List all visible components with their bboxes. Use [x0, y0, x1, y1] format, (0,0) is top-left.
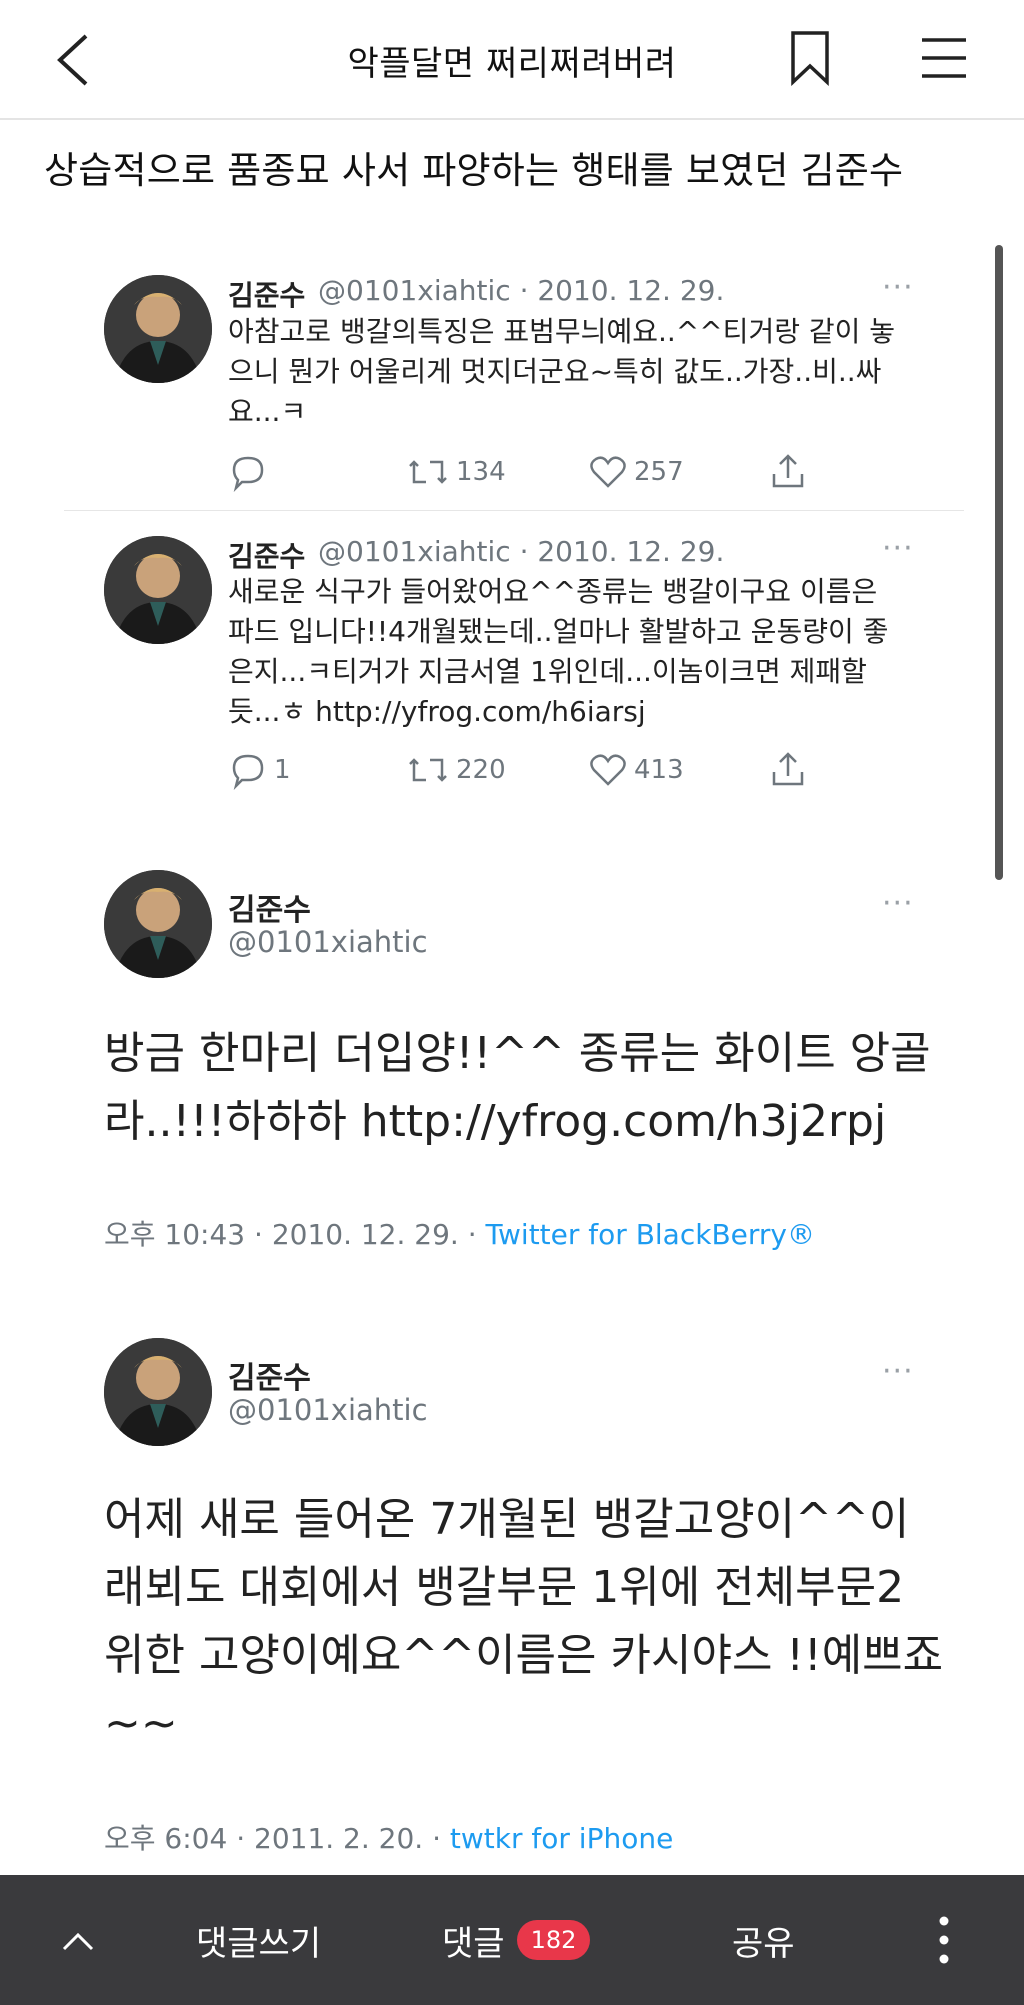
- menu-icon[interactable]: [918, 36, 970, 80]
- more-icon[interactable]: ···: [882, 1354, 914, 1389]
- tweet-timestamp: 오후 10:43 · 2010. 12. 29. · Twitter for B…: [104, 1218, 815, 1251]
- comments-button[interactable]: 댓글 182: [442, 1875, 591, 2005]
- reply-button[interactable]: [228, 450, 274, 494]
- comments-count-badge: 182: [516, 1920, 591, 1960]
- top-bar: 악플달면 쩌리쩌려버려: [0, 0, 1024, 120]
- share-icon: [772, 752, 804, 786]
- retweet-icon: [409, 758, 447, 782]
- tweet-author-name: 김준수: [228, 893, 311, 928]
- tweet-text: 어제 새로 들어온 7개월된 뱅갈고양이^^이 래뵈도 대회에서 뱅갈부문 1위…: [104, 1494, 944, 1749]
- tweet-text: 방금 한마리 더입양!!^^ 종류는 화이트 앙골 라..!!!하하하 http…: [104, 1028, 931, 1147]
- retweet-icon: [409, 460, 447, 484]
- reply-button[interactable]: 1: [228, 748, 291, 792]
- reply-icon: [232, 754, 264, 790]
- tweet-source-link[interactable]: Twitter for BlackBerry®: [486, 1218, 815, 1251]
- divider: [64, 510, 964, 511]
- more-icon[interactable]: ···: [882, 886, 914, 921]
- retweet-button[interactable]: 134: [406, 450, 506, 494]
- tweet-text: 아참고로 뱅갈의특징은 표범무늬예요..^^티거랑 같이 놓 으니 뭔가 어울리…: [228, 315, 896, 428]
- heart-icon: [590, 754, 626, 786]
- scrollbar[interactable]: [995, 245, 1003, 880]
- board-title: 악플달면 쩌리쩌려버려: [347, 44, 677, 84]
- avatar: [104, 870, 212, 978]
- avatar: [104, 536, 212, 644]
- tweet-source-link[interactable]: twtkr for iPhone: [450, 1822, 673, 1855]
- bookmark-icon[interactable]: [790, 30, 830, 87]
- back-icon[interactable]: [52, 30, 96, 90]
- tweet-actions: 1 220 413: [228, 748, 828, 792]
- write-comment-button[interactable]: 댓글쓰기: [196, 1875, 321, 2005]
- share-button[interactable]: 공유: [732, 1875, 795, 2005]
- chevron-up-icon: [62, 1932, 94, 1951]
- scroll-top-button[interactable]: [58, 1875, 98, 2005]
- tweet-author-name: 김준수: [228, 540, 306, 573]
- tweet-meta: @0101xiahtic · 2010. 12. 29.: [318, 274, 725, 307]
- reply-icon: [232, 456, 264, 492]
- retweet-button[interactable]: 220: [406, 748, 506, 792]
- share-tweet-button[interactable]: [768, 748, 814, 792]
- more-icon[interactable]: ···: [882, 531, 914, 566]
- tweet-author-name: 김준수: [228, 279, 306, 312]
- tweet-handle: @0101xiahtic: [228, 1393, 428, 1427]
- tweet-actions: 134 257: [228, 450, 828, 494]
- more-icon[interactable]: ···: [882, 270, 914, 305]
- avatar: [104, 1338, 212, 1446]
- post-title: 상습적으로 품종묘 사서 파양하는 행태를 보였던 김준수: [44, 149, 904, 192]
- tweet-meta: @0101xiahtic · 2010. 12. 29.: [318, 535, 725, 568]
- vertical-dots-icon: [939, 1916, 949, 1964]
- bottom-bar: 댓글쓰기 댓글 182 공유: [0, 1875, 1024, 2005]
- tweet-timestamp: 오후 6:04 · 2011. 2. 20. · twtkr for iPhon…: [104, 1822, 674, 1855]
- share-icon: [772, 454, 804, 488]
- heart-icon: [590, 456, 626, 488]
- like-button[interactable]: 257: [588, 450, 684, 494]
- share-tweet-button[interactable]: [768, 450, 814, 494]
- comments-label: 댓글: [442, 1923, 505, 1964]
- more-options-button[interactable]: [936, 1875, 952, 2005]
- tweet-author-name: 김준수: [228, 1361, 311, 1396]
- tweet-text: 새로운 식구가 들어왔어요^^종류는 뱅갈이구요 이름은 파드 입니다!!4개월…: [228, 575, 889, 728]
- avatar: [104, 275, 212, 383]
- tweet-handle: @0101xiahtic: [228, 925, 428, 959]
- like-button[interactable]: 413: [588, 748, 684, 792]
